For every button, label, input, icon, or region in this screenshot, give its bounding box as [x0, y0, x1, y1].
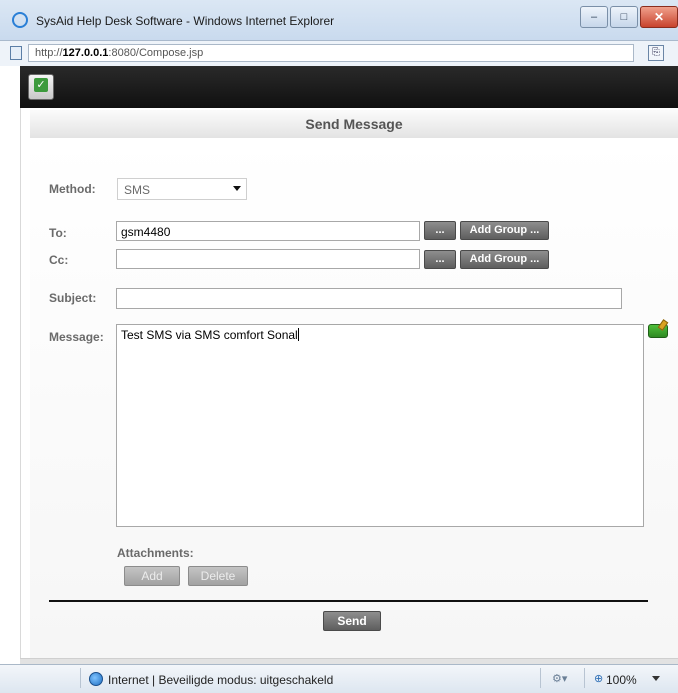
delete-attachment-button[interactable]: Delete	[188, 566, 248, 586]
to-input[interactable]: gsm4480	[116, 221, 420, 241]
address-host: 127.0.0.1	[62, 47, 109, 59]
subject-input[interactable]	[116, 288, 622, 309]
message-value: Test SMS via SMS comfort Sonal	[121, 328, 298, 342]
close-button[interactable]: ✕	[640, 6, 678, 28]
text-caret	[297, 328, 299, 341]
send-button[interactable]: Send	[323, 611, 381, 631]
to-value: gsm4480	[121, 225, 171, 239]
compatibility-view-icon[interactable]: ⎘	[648, 45, 664, 61]
subject-label: Subject:	[49, 291, 97, 305]
status-separator	[540, 668, 541, 688]
status-separator	[584, 668, 585, 688]
zone-status: Internet | Beveiligde modus: uitgeschake…	[108, 673, 334, 687]
status-separator	[80, 668, 81, 688]
method-label: Method:	[49, 182, 96, 196]
page-icon	[10, 46, 22, 60]
cc-input[interactable]	[116, 249, 420, 269]
minimize-button[interactable]: –	[580, 6, 608, 28]
zoom-level[interactable]: 100%	[606, 673, 637, 687]
message-textarea[interactable]: Test SMS via SMS comfort Sonal	[116, 324, 644, 527]
close-icon: ✕	[653, 10, 665, 24]
maximize-icon: □	[620, 11, 628, 23]
maximize-button[interactable]: □	[610, 6, 638, 28]
address-prefix: http://	[35, 47, 63, 59]
window-title: SysAid Help Desk Software - Windows Inte…	[36, 14, 335, 28]
checkmark-icon: ✓	[34, 78, 48, 92]
to-label: To:	[49, 226, 67, 240]
address-rest: :8080/Compose.jsp	[108, 47, 204, 59]
attachments-label: Attachments:	[117, 546, 194, 560]
chevron-down-icon[interactable]	[233, 186, 241, 191]
add-attachment-button[interactable]: Add	[124, 566, 180, 586]
page-title: Send Message	[305, 116, 403, 132]
cc-browse-button[interactable]: ...	[424, 250, 456, 269]
ie-logo-icon	[12, 12, 28, 28]
method-select[interactable]: SMS	[117, 178, 247, 200]
zoom-dropdown-icon[interactable]	[652, 676, 660, 681]
security-icon[interactable]: ⚙▾	[552, 672, 567, 685]
divider	[49, 600, 648, 602]
cc-add-group-button[interactable]: Add Group ...	[460, 250, 549, 269]
minimize-icon: –	[590, 11, 598, 23]
method-value: SMS	[124, 183, 151, 197]
cc-label: Cc:	[49, 253, 69, 267]
globe-icon	[89, 672, 103, 686]
to-browse-button[interactable]: ...	[424, 221, 456, 240]
app-header	[20, 66, 678, 108]
to-add-group-button[interactable]: Add Group ...	[460, 221, 549, 240]
zoom-icon[interactable]: ⊕	[594, 672, 603, 685]
left-gutter	[0, 66, 21, 664]
address-field[interactable]: http://127.0.0.1:8080/Compose.jsp	[28, 44, 634, 62]
message-label: Message:	[49, 330, 104, 344]
